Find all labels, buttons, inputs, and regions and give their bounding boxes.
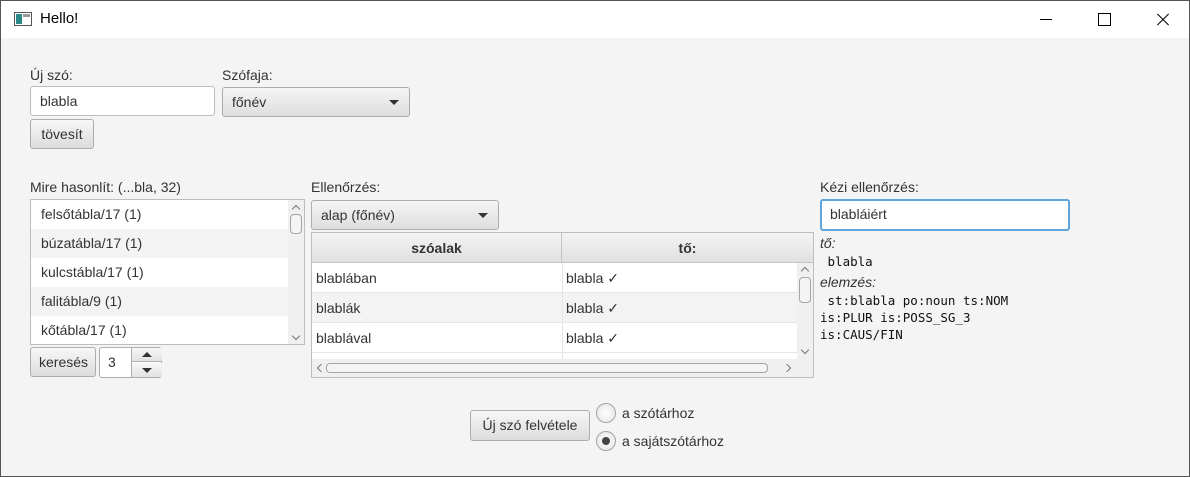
list-scroll-thumb[interactable] xyxy=(290,214,302,234)
window-title: Hello! xyxy=(40,10,79,27)
stepper-buttons xyxy=(131,348,162,377)
radio-own-dictionary-label[interactable]: a sajátszótárhoz xyxy=(622,433,724,449)
stem-label: tő: xyxy=(820,235,836,251)
list-item[interactable]: kulcstábla/17 (1) xyxy=(31,258,288,287)
similar-list[interactable]: felsőtábla/17 (1) búzatábla/17 (1) kulcs… xyxy=(30,199,305,345)
table-row[interactable]: blablában blabla ✓ xyxy=(312,263,797,293)
scroll-up-icon[interactable] xyxy=(800,266,810,276)
list-item[interactable]: falitábla/9 (1) xyxy=(31,287,288,316)
scroll-right-icon[interactable] xyxy=(782,363,792,373)
new-word-label: Új szó: xyxy=(30,67,73,83)
title-bar[interactable]: Hello! xyxy=(1,1,1189,38)
cell-stem: blabla ✓ xyxy=(566,330,619,346)
add-word-button[interactable]: Új szó felvétele xyxy=(470,410,590,441)
cell-form: blablával xyxy=(316,330,372,346)
manual-check-input[interactable]: blabláiért xyxy=(820,199,1070,231)
search-button[interactable]: keresés xyxy=(30,347,96,377)
check-table[interactable]: szóalak tő: blablában blabla ✓ blablák b… xyxy=(311,232,814,378)
count-value[interactable]: 3 xyxy=(108,354,116,370)
list-item[interactable]: felsőtábla/17 (1) xyxy=(31,200,288,229)
analysis-line: st:blabla po:noun ts:NOM xyxy=(820,293,1009,308)
analysis-line: is:PLUR is:POSS_SG_3 xyxy=(820,310,971,325)
radio-own-dictionary[interactable] xyxy=(596,431,616,451)
table-hscroll-thumb[interactable] xyxy=(326,363,768,373)
count-stepper[interactable]: 3 xyxy=(99,347,162,378)
increment-button[interactable] xyxy=(132,348,162,362)
list-item[interactable]: kőtábla/17 (1) xyxy=(31,316,288,344)
list-scrollbar[interactable] xyxy=(288,200,304,344)
check-mode-select[interactable]: alap (főnév) xyxy=(311,200,499,230)
table-vscroll-thumb[interactable] xyxy=(799,277,811,303)
radio-dictionary[interactable] xyxy=(596,403,616,423)
cell-form: blablák xyxy=(316,300,361,316)
close-icon[interactable] xyxy=(1139,1,1185,38)
check-mode-value: alap (főnév) xyxy=(321,207,395,223)
scroll-down-icon[interactable] xyxy=(800,345,810,355)
stem-value: blabla xyxy=(820,254,873,269)
table-row[interactable]: blablával blabla ✓ xyxy=(312,323,797,353)
app-icon xyxy=(14,12,32,26)
list-item[interactable]: búzatábla/17 (1) xyxy=(31,229,288,258)
new-word-input[interactable]: blabla xyxy=(30,86,215,116)
arrow-down-icon xyxy=(142,368,152,373)
cell-stem: blabla ✓ xyxy=(566,300,619,316)
table-vscrollbar[interactable] xyxy=(797,263,813,359)
chevron-down-icon xyxy=(478,213,488,218)
table-hscrollbar[interactable] xyxy=(312,359,813,377)
check-label: Ellenőrzés: xyxy=(311,179,381,195)
column-header-form[interactable]: szóalak xyxy=(312,233,562,263)
scroll-left-icon[interactable] xyxy=(316,363,326,373)
cell-stem: blabla ✓ xyxy=(566,270,619,286)
scroll-up-icon[interactable] xyxy=(291,204,301,214)
cell-form: blablában xyxy=(316,270,377,286)
maximize-icon[interactable] xyxy=(1081,1,1127,38)
minimize-icon[interactable] xyxy=(1023,1,1069,38)
scroll-down-icon[interactable] xyxy=(291,331,301,341)
similar-label: Mire hasonlít: (...bla, 32) xyxy=(30,179,181,195)
analysis-label: elemzés: xyxy=(820,274,877,290)
manual-check-label: Kézi ellenőrzés: xyxy=(820,179,919,195)
app-window: Hello! Új szó: blabla tövesít Szófaja: f… xyxy=(0,0,1190,477)
word-class-label: Szófaja: xyxy=(222,67,273,83)
word-class-select[interactable]: főnév xyxy=(222,87,410,117)
column-divider xyxy=(562,263,563,359)
word-class-value: főnév xyxy=(232,94,267,110)
chevron-down-icon xyxy=(389,100,399,105)
table-row[interactable]: blablák blabla ✓ xyxy=(312,293,797,323)
analysis-line: is:CAUS/FIN xyxy=(820,327,903,342)
stem-button[interactable]: tövesít xyxy=(30,119,94,149)
radio-dictionary-label[interactable]: a szótárhoz xyxy=(622,405,694,421)
arrow-up-icon xyxy=(142,352,152,357)
column-header-stem[interactable]: tő: xyxy=(562,233,813,263)
decrement-button[interactable] xyxy=(132,363,162,377)
